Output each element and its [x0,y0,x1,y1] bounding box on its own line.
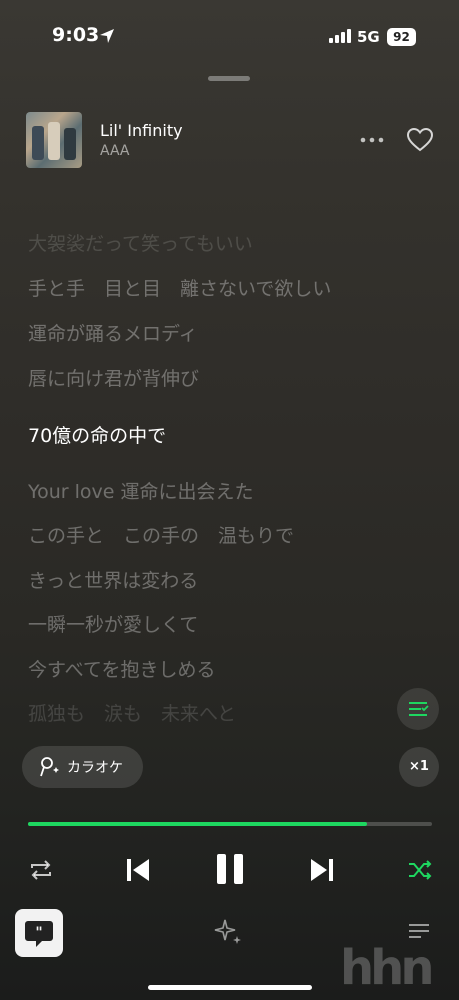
lyric-line[interactable]: 手と手 目と目 離さないで欲しい [28,274,331,301]
lyric-line[interactable]: 大袈裟だって笑ってもいい [28,229,253,256]
network-label: 5G [357,28,380,46]
previous-icon[interactable] [124,856,152,884]
karaoke-label: カラオケ [67,760,123,776]
location-arrow-icon [100,29,114,43]
progress-fill [28,822,368,826]
sheet-grabber[interactable] [208,76,250,81]
lyric-line[interactable]: Your love 運命に出会えた [28,477,253,504]
lyric-line[interactable]: 運命が踊るメロディ [28,319,198,346]
track-artist[interactable]: AAA [100,143,130,159]
lyrics-button[interactable]: " [15,909,63,957]
status-bar: 9:03 5G 92 [0,0,459,72]
more-icon[interactable] [359,130,385,150]
lyrics-icon: " [25,921,53,947]
watermark: hhn [340,940,434,996]
shuffle-icon[interactable] [407,858,433,882]
lyric-line-active[interactable]: 70億の命の中で [28,421,166,448]
status-time: 9:03 [52,24,100,46]
lyric-line[interactable]: この手と この手の 温もりで [28,521,294,548]
next-icon[interactable] [308,856,336,884]
progress-bar[interactable] [28,822,432,826]
track-header: Lil' Infinity AAA [26,112,436,168]
karaoke-button[interactable]: カラオケ [22,746,143,788]
lyric-line[interactable]: 唇に向け君が背伸び [28,364,199,391]
microphone-icon [40,757,59,777]
pause-icon[interactable] [214,852,246,886]
queue-icon [409,702,429,716]
home-indicator[interactable] [148,985,312,990]
track-title[interactable]: Lil' Infinity [100,121,183,140]
heart-icon[interactable] [406,127,434,153]
signal-icon [329,29,351,43]
lyric-line[interactable]: 孤独も 涙も 未来へと [28,699,236,726]
playback-speed-button[interactable]: ×1 [399,747,439,787]
svg-text:": " [35,925,42,941]
lyric-line[interactable]: きっと世界は変わる [28,566,198,593]
album-art[interactable] [26,112,82,168]
sparkle-icon[interactable] [213,916,243,946]
lyric-line[interactable]: 今すべてを抱きしめる [28,655,216,682]
repeat-icon[interactable] [28,858,54,882]
queue-button[interactable] [397,688,439,730]
battery-indicator: 92 [387,28,416,46]
lyric-line[interactable]: 一瞬一秒が愛しくて [28,610,198,637]
